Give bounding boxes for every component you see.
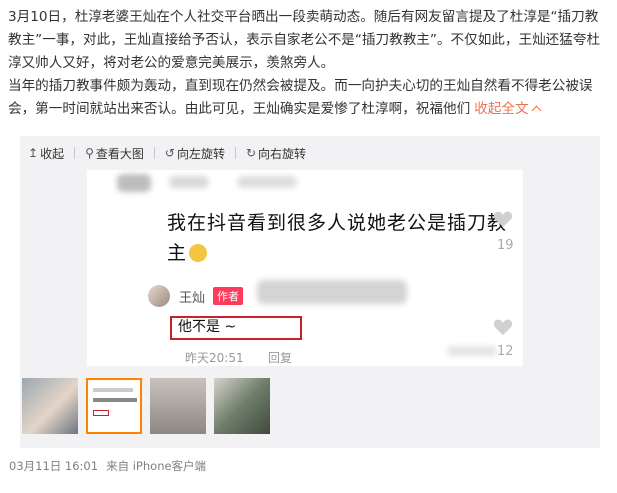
avatar <box>148 285 170 307</box>
heart-icon[interactable] <box>493 210 513 228</box>
toolbar-divider <box>153 147 155 159</box>
rotate-left-button[interactable]: ↺ 向左旋转 <box>165 145 225 161</box>
post-paragraph-2: 当年的插刀教事件颇为轰动，直到现在仍然会被提及。而一向护夫心切的王灿自然看不得老… <box>8 75 608 121</box>
like-count: 12 <box>497 344 514 359</box>
rotate-left-label: 向左旋转 <box>176 146 225 161</box>
reply-author-name: 王灿 <box>179 291 206 306</box>
chevron-up-icon <box>531 105 542 116</box>
thumbnail-image-selected[interactable] <box>86 378 142 434</box>
collapse-button-label: 收起 <box>40 146 65 161</box>
post-text: 3月10日，杜淳老婆王灿在个人社交平台晒出一段卖萌动态。随后有网友留言提及了杜淳… <box>8 6 608 121</box>
post-date[interactable]: 03月11日 16:01 <box>9 459 98 473</box>
rotate-right-icon: ↻ <box>245 146 257 160</box>
thumb-line <box>93 398 137 402</box>
blurred-avatar <box>117 174 151 192</box>
thumb-line <box>93 388 133 392</box>
comment-text-line-2-text: 主 <box>167 242 188 264</box>
thumbnail-strip <box>22 378 278 434</box>
heart-icon[interactable] <box>493 318 513 336</box>
comment-text-line-1: 我在抖音看到很多人说她老公是插刀教 <box>167 212 508 234</box>
view-large-label: 查看大图 <box>95 146 144 161</box>
reply-timestamp: 昨天20:51 <box>185 351 244 365</box>
thumbnail-image[interactable] <box>214 378 270 434</box>
blurred-watermark <box>447 346 497 356</box>
thumbnail-image[interactable] <box>150 378 206 434</box>
collapse-button[interactable]: ↥ 收起 <box>28 145 64 161</box>
view-large-button[interactable]: ⚲ 查看大图 <box>85 145 144 161</box>
toolbar-divider <box>234 147 236 159</box>
rotate-right-label: 向右旋转 <box>258 146 307 161</box>
search-icon: ⚲ <box>85 146 94 160</box>
like-count: 19 <box>497 238 514 253</box>
laughing-emoji-icon <box>189 244 208 262</box>
toolbar-divider <box>74 147 76 159</box>
reply-link: 回复 <box>268 351 293 365</box>
thumbnail-image[interactable] <box>22 378 78 434</box>
blurred-username <box>237 176 297 188</box>
comment-text-line-2: 主 <box>167 238 208 265</box>
author-badge: 作者 <box>213 287 243 305</box>
blurred-username <box>169 176 209 188</box>
blurred-region <box>257 280 407 304</box>
post-paragraph-1: 3月10日，杜淳老婆王灿在个人社交平台晒出一段卖萌动态。随后有网友留言提及了杜淳… <box>8 9 601 71</box>
rotate-right-button[interactable]: ↻ 向右旋转 <box>246 145 306 161</box>
arrow-up-icon: ↥ <box>28 146 39 160</box>
post-meta: 03月11日 16:01 来自 iPhone客户端 <box>9 458 214 474</box>
main-image[interactable]: 我在抖音看到很多人说她老公是插刀教 主 19 王灿 作者 他不是 ~ 昨天20:… <box>87 170 523 366</box>
rotate-left-icon: ↺ <box>164 146 175 160</box>
media-toolbar: ↥ 收起 ⚲ 查看大图 ↺ 向左旋转 ↻ 向右旋转 <box>28 145 316 161</box>
post-source: 来自 iPhone客户端 <box>106 459 207 473</box>
collapse-full-text-link[interactable]: 收起全文 <box>474 101 542 117</box>
highlighted-reply-text: 他不是 ~ <box>170 316 302 340</box>
collapse-label: 收起全文 <box>474 101 529 117</box>
thumb-highlight <box>93 410 109 416</box>
